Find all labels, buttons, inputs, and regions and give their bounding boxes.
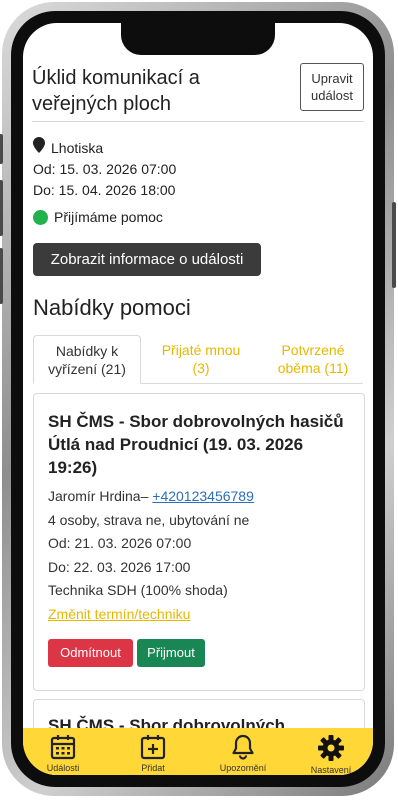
offer-contact-name: Jaromír Hrdina– [48,488,149,504]
nav-label-settings: Nastavení [310,765,352,775]
change-term-link[interactable]: Změnit termín/techniku [48,603,254,627]
nav-item-settings[interactable]: Nastavení [301,734,361,775]
offer-actions: Odmítnout Přijmout [48,639,205,667]
tab-accepted-by-me[interactable]: Přijaté mnou (3) [155,335,247,383]
power-button [392,202,396,288]
offers-tabs: Nabídky k vyřízení (21) Přijaté mnou (3)… [33,335,363,384]
event-location-text: Lhotiska [51,139,104,156]
status-dot [33,210,48,225]
event-info: Lhotiska Od: 15. 03. 2026 07:00 Do: 15. … [33,137,176,228]
phone-frame: Úklid komunikací a veřejných ploch Uprav… [0,2,396,796]
calendar-plus-icon [123,734,183,760]
accept-button[interactable]: Přijmout [137,639,205,667]
nav-label-add: Přidat [141,763,165,773]
event-location: Lhotiska [33,137,176,159]
volume-down-button [0,248,3,304]
offer-phone-link[interactable]: +420123456789 [152,488,254,504]
calendar-icon [33,734,93,760]
offer-card: SH ČMS - Sbor dobrovolných hasičů Útlá n… [33,393,365,691]
gear-icon [301,734,361,762]
bell-icon [213,734,273,760]
nav-label-notifications: Upozornění [219,763,267,773]
offer-equipment: Technika SDH (100% shoda) [48,582,228,598]
tab-pending-offers[interactable]: Nabídky k vyřízení (21) [33,335,141,384]
nav-item-notifications[interactable]: Upozornění [213,734,273,773]
show-event-info-button[interactable]: Zobrazit informace o události [33,243,261,276]
tab-confirmed-both[interactable]: Potvrzené oběma (11) [261,335,365,383]
offer-to: Do: 22. 03. 2026 17:00 [48,558,191,575]
map-pin-icon [33,137,45,159]
bottom-navigation: Události Přidat Upozornění Nastavení [23,728,373,775]
screen: Úklid komunikací a veřejných ploch Uprav… [23,23,373,775]
event-to: Do: 15. 04. 2026 18:00 [33,182,176,198]
phone-bezel: Úklid komunikací a veřejných ploch Uprav… [11,11,385,787]
offer-card-details: Jaromír Hrdina– +420123456789 4 osoby, s… [48,485,254,626]
offer-contact: Jaromír Hrdina– +420123456789 [48,485,254,509]
offer-card-title: SH ČMS - Sbor dobrovolných hasičů Útlá n… [48,412,344,477]
mute-switch [0,134,3,164]
event-status: Přijímáme pomoc [33,207,176,228]
notch [121,23,275,55]
offer-from: Od: 21. 03. 2026 07:00 [48,535,192,551]
event-status-text: Přijímáme pomoc [54,209,163,225]
nav-label-events: Události [46,763,80,773]
reject-button[interactable]: Odmítnout [48,639,133,667]
event-title: Úklid komunikací a veřejných ploch [32,67,200,115]
event-from: Od: 15. 03. 2026 07:00 [33,161,177,177]
offers-title: Nabídky pomoci [33,295,191,320]
nav-item-add[interactable]: Přidat [123,734,183,773]
volume-up-button [0,180,3,236]
event-header: Úklid komunikací a veřejných ploch Uprav… [32,61,364,122]
edit-event-button[interactable]: Upravit událost [300,63,364,111]
offer-details: 4 osoby, strava ne, ubytování ne [48,511,250,528]
nav-item-events[interactable]: Události [33,734,93,773]
